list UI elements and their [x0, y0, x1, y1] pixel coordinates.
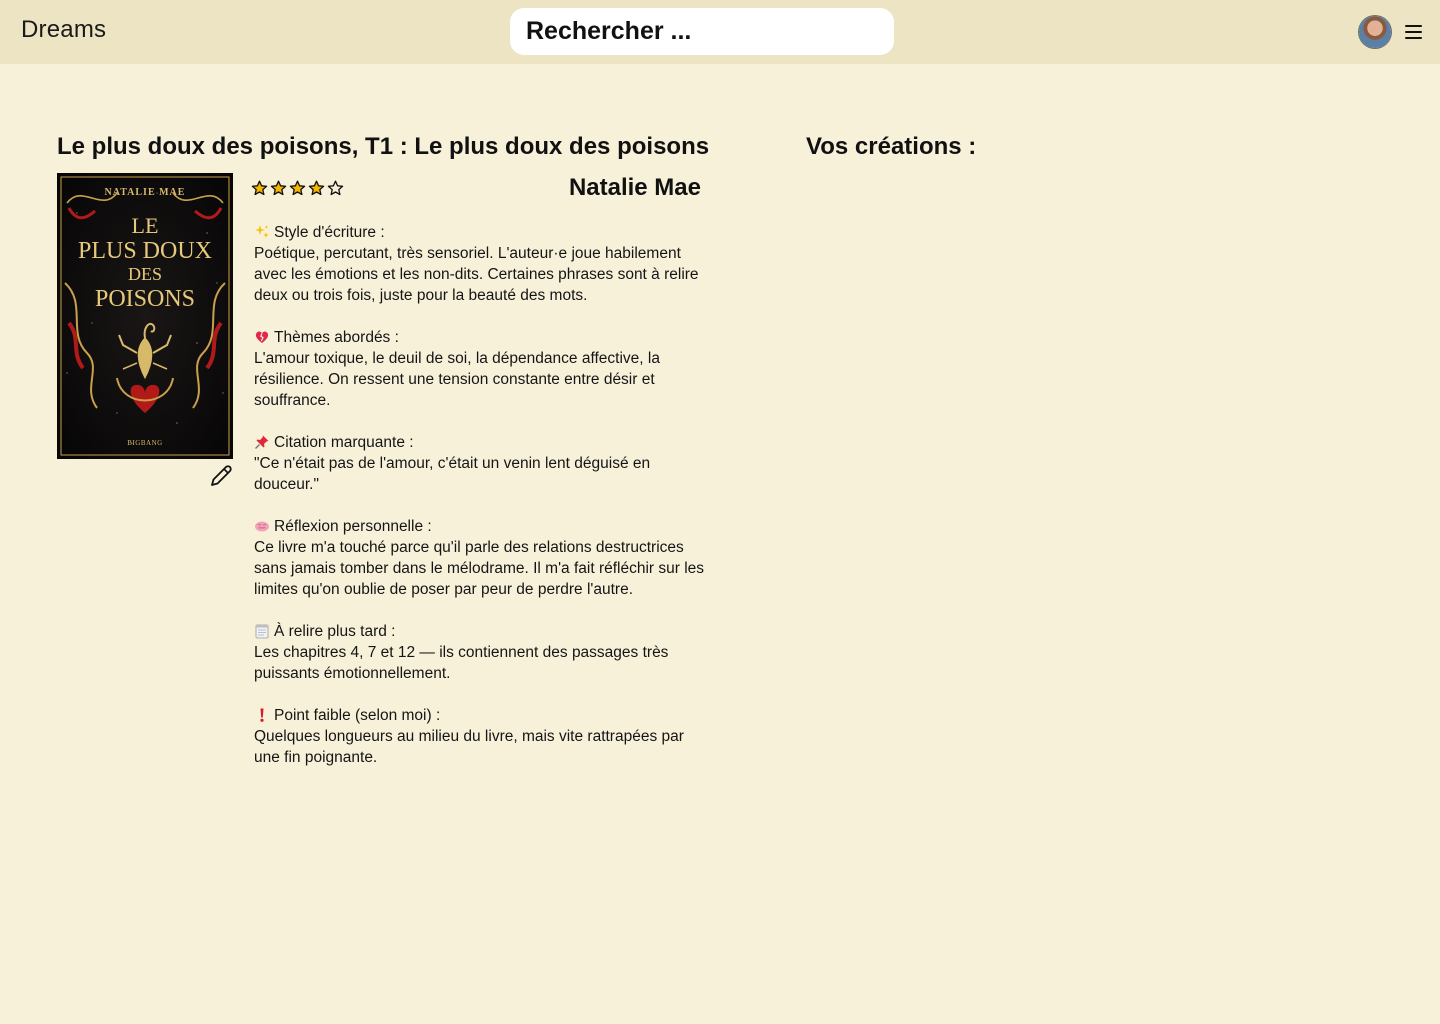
cover-title-line3: DES [128, 264, 162, 284]
review-section-body: Quelques longueurs au milieu du livre, m… [254, 728, 684, 766]
brain-icon [254, 518, 270, 534]
review-section-body: Ce livre m'a touché parce qu'il parle de… [254, 539, 705, 598]
book-cover: NATALIE MAE LE PLUS DOUX DES POISONS BIG… [57, 173, 233, 459]
cover-title-line1: LE [132, 213, 159, 238]
hamburger-menu-icon[interactable] [1404, 22, 1424, 42]
pushpin-icon [254, 434, 270, 450]
review-section: À relire plus tard : Les chapitres 4, 7 e… [254, 621, 706, 684]
review-section-heading: Thèmes abordés : [254, 327, 706, 348]
book-author[interactable]: Natalie Mae [569, 174, 701, 202]
creations-title: Vos créations : [806, 133, 977, 160]
review-section-body: Les chapitres 4, 7 et 12 — ils contienne… [254, 644, 669, 682]
avatar[interactable] [1359, 16, 1391, 48]
pencil-icon[interactable] [208, 463, 234, 489]
review-section: Thèmes abordés : L'amour toxique, le deui… [254, 327, 706, 411]
review-content: Style d'écriture : Poétique, percutant, t… [254, 222, 706, 789]
review-section-title: À relire plus tard : [274, 623, 396, 640]
review-section-heading: Style d'écriture : [254, 222, 706, 243]
cover-title-line2: PLUS DOUX [78, 238, 212, 264]
review-section-title: Citation marquante : [274, 434, 414, 451]
book-title: Le plus doux des poisons, T1 : Le plus d… [57, 133, 710, 160]
review-section-body: L'amour toxique, le deuil de soi, la dép… [254, 350, 660, 409]
cover-title-line4: POISONS [95, 286, 195, 312]
review-section-heading: Citation marquante : [254, 432, 706, 453]
review-section-heading: Point faible (selon moi) : [254, 705, 706, 726]
review-section-body: Poétique, percutant, très sensoriel. L'a… [254, 245, 699, 304]
review-section: Réflexion personnelle : Ce livre m'a touc… [254, 516, 706, 600]
review-section-title: Style d'écriture : [274, 224, 385, 241]
notepad-icon [254, 623, 270, 639]
review-section-heading: À relire plus tard : [254, 621, 706, 642]
review-section-body: "Ce n'était pas de l'amour, c'était un v… [254, 455, 651, 493]
sparkles-icon [254, 224, 270, 240]
star-empty-icon[interactable] [327, 180, 344, 197]
star-filled-icon[interactable] [270, 180, 287, 197]
rating-stars[interactable] [251, 180, 344, 197]
review-section: Citation marquante : "Ce n'était pas de l… [254, 432, 706, 495]
star-filled-icon[interactable] [308, 180, 325, 197]
book-cover-art: NATALIE MAE LE PLUS DOUX DES POISONS BIG… [57, 173, 233, 459]
exclamation-icon [254, 707, 270, 723]
star-filled-icon[interactable] [251, 180, 268, 197]
review-section: Point faible (selon moi) : Quelques longu… [254, 705, 706, 768]
review-section-title: Point faible (selon moi) : [274, 707, 441, 724]
cover-publisher: BIGBANG [127, 439, 162, 447]
brand-logo[interactable]: Dreams [21, 16, 106, 44]
top-navbar: Dreams [0, 0, 1440, 64]
review-section-title: Réflexion personnelle : [274, 518, 432, 535]
search-input[interactable] [510, 8, 894, 55]
review-section: Style d'écriture : Poétique, percutant, t… [254, 222, 706, 306]
star-filled-icon[interactable] [289, 180, 306, 197]
broken-heart-icon [254, 329, 270, 345]
cover-author: NATALIE MAE [105, 187, 186, 198]
review-section-title: Thèmes abordés : [274, 329, 399, 346]
review-section-heading: Réflexion personnelle : [254, 516, 706, 537]
